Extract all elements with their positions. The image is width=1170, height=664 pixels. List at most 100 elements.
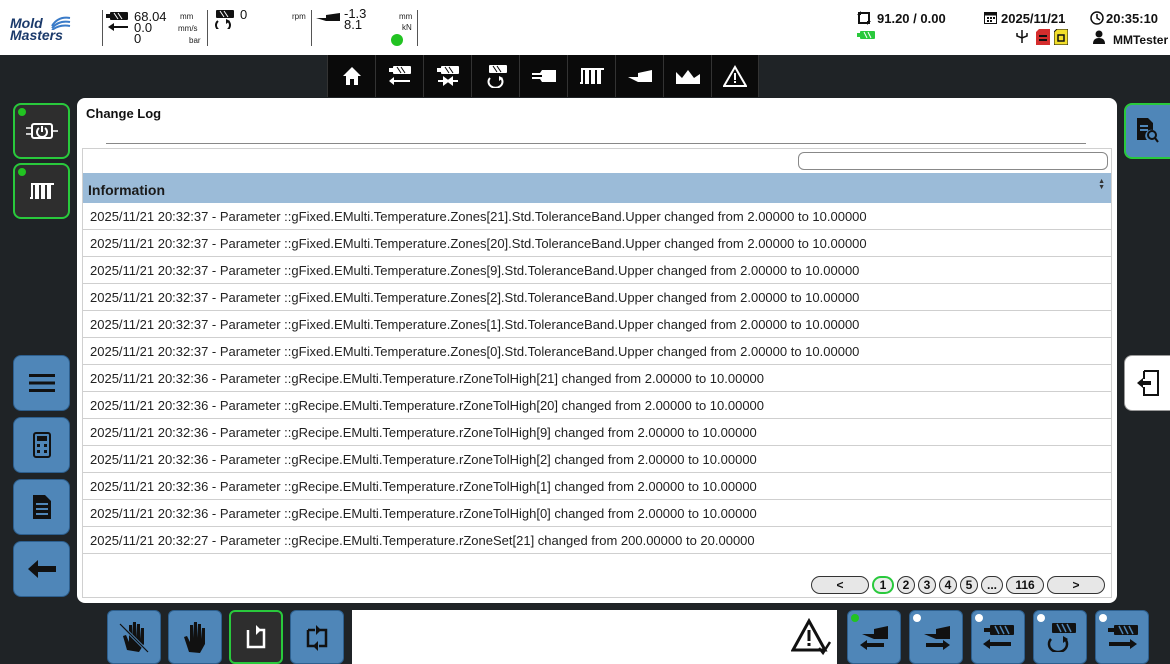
ejector-icon — [675, 70, 700, 84]
table-row[interactable]: 2025/11/21 20:32:37 - Parameter ::gFixed… — [83, 338, 1111, 365]
table-row[interactable]: 2025/11/21 20:32:36 - Parameter ::gRecip… — [83, 446, 1111, 473]
page-title: Change Log — [86, 106, 162, 121]
calculator-icon — [32, 432, 51, 458]
main-navigation — [327, 55, 759, 97]
table-row[interactable]: 2025/11/21 20:32:37 - Parameter ::gFixed… — [83, 311, 1111, 338]
nav-injection-button[interactable] — [375, 55, 423, 97]
table-row[interactable]: 2025/11/21 20:32:36 - Parameter ::gRecip… — [83, 365, 1111, 392]
exit-door-icon — [1136, 370, 1159, 396]
nav-hold-button[interactable] — [423, 55, 471, 97]
clamp-close-icon — [924, 626, 950, 650]
divider — [207, 10, 208, 46]
arrow-left-icon — [108, 23, 128, 31]
clamp-open-button[interactable] — [847, 610, 901, 664]
screw-rpm-value: 0 — [240, 7, 248, 22]
search-input[interactable] — [798, 152, 1108, 170]
logo-line-2: Masters — [10, 27, 63, 43]
report-view-button[interactable] — [1124, 103, 1170, 159]
status-ok-indicator — [391, 34, 403, 46]
page-3-button[interactable]: 3 — [918, 576, 936, 594]
auto-cycle-button[interactable] — [290, 610, 344, 664]
log-rows: 2025/11/21 20:32:37 - Parameter ::gFixed… — [83, 203, 1111, 554]
alarm-acknowledge-icon[interactable] — [791, 618, 831, 656]
logo-wave-icon — [51, 16, 71, 30]
nav-ejector-button[interactable] — [663, 55, 711, 97]
active-indicator — [18, 168, 26, 176]
user-icon — [1093, 30, 1105, 44]
change-log-table: Information ▲ ▼ 2025/11/21 20:32:37 - Par… — [82, 148, 1112, 598]
table-row[interactable]: 2025/11/21 20:32:36 - Parameter ::gRecip… — [83, 392, 1111, 419]
page-2-button[interactable]: 2 — [897, 576, 915, 594]
time-readout: 20:35:10 — [1106, 11, 1159, 26]
injection-speed-unit: mm/s — [178, 24, 198, 33]
logout-button[interactable] — [1124, 355, 1170, 411]
table-row[interactable]: 2025/11/21 20:32:37 - Parameter ::gFixed… — [83, 203, 1111, 230]
menu-button[interactable] — [13, 355, 70, 411]
injection-hold-icon — [436, 66, 459, 86]
document-icon — [32, 495, 51, 519]
user-name[interactable]: MMTester — [1113, 33, 1168, 47]
manual-mode-button[interactable] — [168, 610, 222, 664]
clamp-icon — [627, 70, 652, 82]
heater-zones-icon — [29, 183, 54, 199]
divider — [417, 10, 418, 46]
active-indicator — [18, 108, 26, 116]
manual-off-button[interactable] — [107, 610, 161, 664]
prev-page-button[interactable]: < — [811, 576, 869, 594]
injection-status-icon — [857, 31, 875, 39]
table-row[interactable]: 2025/11/21 20:32:36 - Parameter ::gRecip… — [83, 419, 1111, 446]
nav-nozzle-button[interactable] — [519, 55, 567, 97]
next-page-button[interactable]: > — [1047, 576, 1105, 594]
screw-recover-button[interactable] — [1033, 610, 1087, 664]
divider — [311, 10, 312, 46]
nav-alarms-button[interactable] — [711, 55, 759, 97]
sort-icon[interactable]: ▲ ▼ — [1098, 178, 1105, 191]
document-button[interactable] — [13, 479, 70, 535]
nav-screw-button[interactable] — [471, 55, 519, 97]
inactive-indicator — [913, 614, 921, 622]
calculator-button[interactable] — [13, 417, 70, 473]
table-row[interactable]: 2025/11/21 20:32:37 - Parameter ::gFixed… — [83, 284, 1111, 311]
home-icon — [342, 67, 361, 85]
divider — [102, 10, 103, 46]
inactive-indicator — [1099, 614, 1107, 622]
pagination: < 1 2 3 4 5 ... 116 > — [811, 576, 1105, 594]
injection-pressure-value: 0 — [134, 31, 142, 46]
clamp-open-icon — [860, 626, 888, 650]
table-row[interactable]: 2025/11/21 20:32:36 - Parameter ::gRecip… — [83, 500, 1111, 527]
injection-forward-icon — [1108, 625, 1138, 649]
table-row[interactable]: 2025/11/21 20:32:37 - Parameter ::gFixed… — [83, 230, 1111, 257]
page-ellipsis-button[interactable]: ... — [981, 576, 1003, 594]
change-log-panel: Change Log Information ▲ ▼ 2025/11/21 20:… — [77, 98, 1117, 603]
injection-forward-button[interactable] — [1095, 610, 1149, 664]
clamp-close-button[interactable] — [909, 610, 963, 664]
nav-heaters-button[interactable] — [567, 55, 615, 97]
injection-unit-icon — [106, 12, 128, 20]
single-cycle-button[interactable] — [229, 610, 283, 664]
table-row[interactable]: 2025/11/21 20:32:36 - Parameter ::gRecip… — [83, 473, 1111, 500]
injection-position-unit: mm — [180, 12, 194, 21]
table-row[interactable]: 2025/11/21 20:32:37 - Parameter ::gFixed… — [83, 257, 1111, 284]
injection-pressure-unit: bar — [189, 36, 201, 45]
power-heater-icon — [25, 123, 58, 139]
page-116-button[interactable]: 116 — [1006, 576, 1044, 594]
clamp-icon — [316, 13, 340, 21]
heater-zones-button[interactable] — [13, 163, 70, 219]
back-button[interactable] — [13, 541, 70, 597]
nav-home-button[interactable] — [327, 55, 375, 97]
column-header-information[interactable]: Information ▲ ▼ — [83, 173, 1111, 203]
heater-power-button[interactable] — [13, 103, 70, 159]
page-1-button[interactable]: 1 — [872, 576, 894, 594]
mold-position-unit: mm — [399, 12, 413, 21]
page-5-button[interactable]: 5 — [960, 576, 978, 594]
table-row[interactable]: 2025/11/21 20:32:27 - Parameter ::gRecip… — [83, 527, 1111, 554]
clamp-force-unit: kN — [402, 23, 412, 32]
active-indicator — [851, 614, 859, 622]
nav-clamp-button[interactable] — [615, 55, 663, 97]
memory-card-icon — [1054, 29, 1068, 45]
mold-masters-logo: Mold Masters — [10, 14, 92, 44]
injection-back-button[interactable] — [971, 610, 1025, 664]
alarm-message-area[interactable] — [352, 610, 837, 664]
screw-rotate-icon — [215, 10, 234, 29]
page-4-button[interactable]: 4 — [939, 576, 957, 594]
